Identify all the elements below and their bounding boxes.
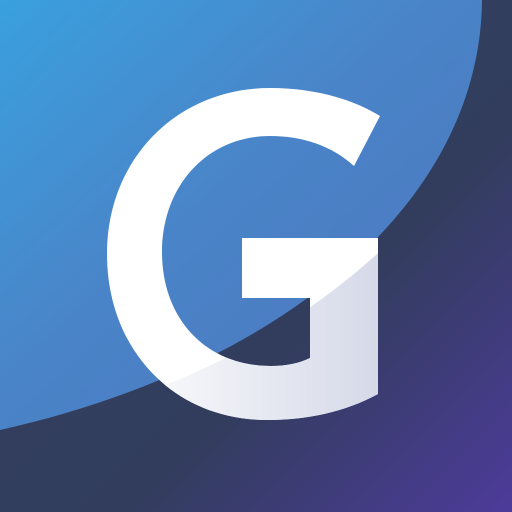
app-icon: G	[0, 0, 512, 512]
logo-g-icon	[0, 0, 512, 512]
